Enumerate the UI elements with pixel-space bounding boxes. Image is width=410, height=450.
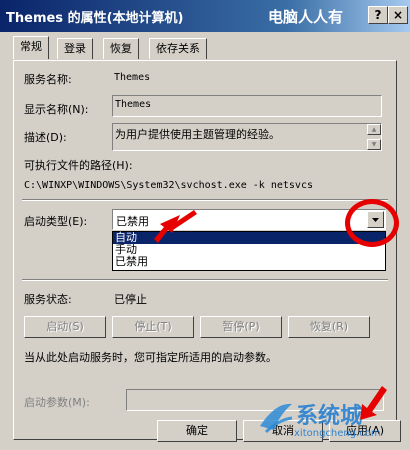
service-status-value: 已停止 xyxy=(114,293,147,306)
service-name-value: Themes xyxy=(114,72,151,83)
option-disabled[interactable]: 已禁用 xyxy=(113,256,385,268)
description-value: 为用户提供使用主题管理的经验。 xyxy=(115,128,280,141)
logo-icon xyxy=(260,403,293,434)
close-button[interactable]: × xyxy=(388,6,408,24)
pause-button[interactable]: 暂停(P) xyxy=(200,316,282,338)
path-label: 可执行文件的路径(H): xyxy=(24,159,133,172)
separator xyxy=(22,199,388,201)
ok-button[interactable]: 确定 xyxy=(157,420,237,442)
highlight-circle-icon xyxy=(345,199,399,247)
service-status-label: 服务状态: xyxy=(24,293,72,306)
watermark-url: xitongcheng.com xyxy=(294,428,381,439)
display-name-field[interactable]: Themes xyxy=(112,95,382,117)
dialog-body: 常规 登录 恢复 依存关系 服务名称: Themes 显示名称(N): Them… xyxy=(5,32,405,450)
path-value: C:\WINXP\WINDOWS\System32\svchost.exe -k… xyxy=(24,180,313,191)
display-name-value: Themes xyxy=(115,99,152,110)
scroll-down-icon[interactable]: ▼ xyxy=(367,139,381,150)
tab-recovery[interactable]: 恢复 xyxy=(103,38,139,59)
tab-dependencies[interactable]: 依存关系 xyxy=(149,38,207,59)
scroll-up-icon[interactable]: ▲ xyxy=(367,124,381,135)
watermark-top-text: 电脑人人有 xyxy=(268,8,344,26)
description-field[interactable]: 为用户提供使用主题管理的经验。 ▲ ▼ xyxy=(112,123,382,151)
title-bar[interactable]: Themes 的属性(本地计算机) 电脑人人有 ? × xyxy=(0,0,410,32)
start-params-label: 启动参数(M): xyxy=(24,396,90,409)
tab-logon[interactable]: 登录 xyxy=(57,38,93,59)
description-label: 描述(D): xyxy=(24,131,67,144)
watermark-brand: 系统城 xyxy=(296,404,363,429)
startup-type-label: 启动类型(E): xyxy=(24,215,88,228)
tab-general[interactable]: 常规 xyxy=(13,36,49,59)
display-name-label: 显示名称(N): xyxy=(24,103,89,116)
service-name-label: 服务名称: xyxy=(24,73,72,86)
help-button[interactable]: ? xyxy=(368,6,388,24)
separator xyxy=(22,279,388,281)
stop-button[interactable]: 停止(T) xyxy=(112,316,194,338)
description-scrollbar[interactable]: ▲ ▼ xyxy=(367,124,381,150)
tab-page-general: 服务名称: Themes 显示名称(N): Themes 描述(D): 为用户提… xyxy=(13,60,397,440)
option-manual[interactable]: 手动 xyxy=(113,244,385,256)
start-button[interactable]: 启动(S) xyxy=(24,316,106,338)
startup-type-value: 已禁用 xyxy=(116,215,149,228)
arrow-annotation-icon xyxy=(154,210,197,243)
resume-button[interactable]: 恢复(R) xyxy=(288,316,370,338)
hint-text: 当从此处启动服务时，您可指定所适用的启动参数。 xyxy=(24,351,277,364)
window-title: Themes 的属性(本地计算机) xyxy=(6,11,184,26)
